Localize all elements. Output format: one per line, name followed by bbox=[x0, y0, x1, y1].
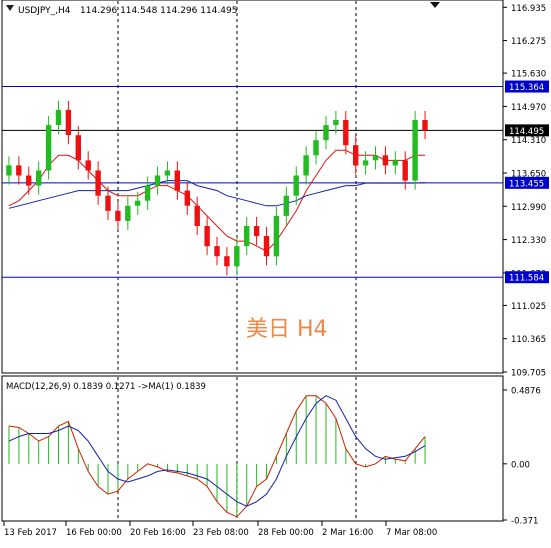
watermark-label: 美日 H4 bbox=[246, 317, 328, 342]
candle-body[interactable] bbox=[85, 160, 91, 171]
x-tick-label: 20 Feb 16:00 bbox=[130, 528, 186, 538]
candle-body[interactable] bbox=[422, 120, 428, 131]
chart-symbol-title: USDJPY_,H4 bbox=[18, 6, 71, 16]
level-price-label: 111.584 bbox=[509, 274, 544, 284]
y-tick-label: 110.365 bbox=[511, 335, 546, 345]
ohlc-quote: 114.296 114.548 114.296 114.495 bbox=[80, 6, 237, 16]
candle-body[interactable] bbox=[115, 210, 121, 221]
time-axis[interactable]: 13 Feb 2017 16 Feb 00:00 20 Feb 16:00 23 Fe… bbox=[3, 521, 437, 538]
candle-body[interactable] bbox=[283, 195, 289, 216]
candle-body[interactable] bbox=[273, 215, 280, 257]
candle-body[interactable] bbox=[95, 170, 101, 196]
candle-body[interactable] bbox=[36, 170, 42, 186]
candle-body[interactable] bbox=[313, 140, 319, 156]
candle-body[interactable] bbox=[234, 246, 240, 267]
y-tick-label: 112.330 bbox=[511, 236, 546, 246]
candle-body[interactable] bbox=[164, 170, 171, 176]
candle-body[interactable] bbox=[6, 165, 12, 176]
candle-body[interactable] bbox=[412, 120, 418, 181]
candle-body[interactable] bbox=[135, 200, 141, 206]
macd-tick-label: -0.371 bbox=[511, 517, 538, 527]
candle-body[interactable] bbox=[204, 226, 210, 247]
candle-body[interactable] bbox=[154, 175, 161, 186]
candle-body[interactable] bbox=[55, 109, 62, 125]
macd-panel-frame bbox=[1, 375, 504, 522]
candle-body[interactable] bbox=[333, 120, 339, 125]
x-tick-label: 2 Mar 16:00 bbox=[322, 528, 373, 538]
x-tick-label: 23 Feb 08:00 bbox=[193, 528, 249, 538]
candle-body[interactable] bbox=[214, 246, 220, 257]
macd-title: MACD(12,26,9) 0.1839 0.1271 ->MA(1) 0.18… bbox=[6, 382, 206, 392]
y-tick-label: 114.310 bbox=[511, 136, 546, 146]
x-tick-label: 16 Feb 00:00 bbox=[66, 528, 122, 538]
candle-body[interactable] bbox=[263, 236, 270, 257]
candle-body[interactable] bbox=[194, 205, 200, 226]
macd-tick-label: 0.00 bbox=[511, 460, 530, 470]
y-tick-label: 116.935 bbox=[511, 4, 546, 14]
candle-body[interactable] bbox=[392, 160, 398, 166]
candle-body[interactable] bbox=[174, 170, 180, 191]
candle-body[interactable] bbox=[323, 125, 329, 141]
candle-body[interactable] bbox=[75, 135, 81, 161]
candle-body[interactable] bbox=[16, 165, 22, 176]
macd-tick-label: 0.4876 bbox=[511, 387, 541, 397]
candle-body[interactable] bbox=[184, 190, 190, 206]
candle-body[interactable] bbox=[224, 256, 230, 267]
candle-body[interactable] bbox=[65, 109, 72, 136]
y-tick-label: 114.970 bbox=[511, 103, 546, 113]
y-tick-label: 112.990 bbox=[511, 203, 546, 213]
level-price-label: 115.364 bbox=[509, 83, 544, 93]
price-axis[interactable]: 116.935116.275115.630114.970114.310113.6… bbox=[503, 4, 549, 527]
candle-body[interactable] bbox=[372, 155, 379, 161]
x-tick-label: 28 Feb 00:00 bbox=[258, 528, 314, 538]
candle-body[interactable] bbox=[144, 185, 151, 201]
candle-body[interactable] bbox=[45, 125, 52, 171]
current-price-label: 114.495 bbox=[509, 127, 544, 137]
candle-body[interactable] bbox=[244, 226, 250, 247]
candle-body[interactable] bbox=[382, 155, 389, 166]
candle-body[interactable] bbox=[343, 120, 349, 146]
candle-body[interactable] bbox=[402, 160, 408, 181]
candle-body[interactable] bbox=[26, 175, 32, 186]
x-tick-label: 13 Feb 2017 bbox=[4, 528, 57, 538]
candle-body[interactable] bbox=[125, 205, 131, 221]
level-price-label: 113.455 bbox=[509, 179, 544, 189]
candle-body[interactable] bbox=[362, 160, 369, 166]
y-tick-label: 115.630 bbox=[511, 70, 546, 80]
y-tick-label: 109.705 bbox=[511, 369, 546, 379]
candle-body[interactable] bbox=[293, 175, 299, 196]
x-tick-label: 7 Mar 08:00 bbox=[386, 528, 437, 538]
candle-body[interactable] bbox=[253, 226, 260, 237]
y-tick-label: 111.025 bbox=[511, 302, 546, 312]
candle-body[interactable] bbox=[353, 145, 359, 166]
y-tick-label: 116.275 bbox=[511, 37, 546, 47]
chart-window[interactable]: 116.935 116.275 115.630 114.970 114.310 113.6… bbox=[0, 0, 551, 544]
chart-canvas[interactable]: 116.935116.275115.630114.970114.310113.6… bbox=[0, 0, 551, 544]
candle-body[interactable] bbox=[105, 195, 111, 211]
candle-body[interactable] bbox=[303, 155, 309, 176]
